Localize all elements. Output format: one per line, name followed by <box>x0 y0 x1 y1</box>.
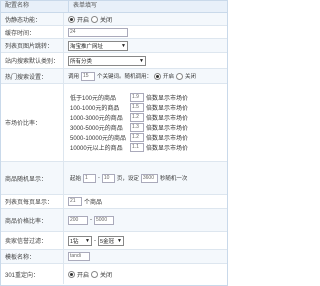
random-p4: 秒随机一次 <box>159 176 188 182</box>
price-ratio-input[interactable]: 1.5 <box>130 103 144 112</box>
radio-label-off: 关闭 <box>100 272 113 279</box>
price-ratio-input[interactable]: 1.2 <box>130 133 144 142</box>
price-ratio-input[interactable]: 1.1 <box>130 143 144 152</box>
hot-search-count-input[interactable]: 15 <box>81 71 96 81</box>
row-list-per-page: 列表页每页显示： 21 个商品 <box>1 195 227 209</box>
random-seconds-input[interactable]: 3600 <box>140 173 158 183</box>
chevron-down-icon: ▼ <box>121 42 126 49</box>
price-ratio-suffix: 倍数显示市场价 <box>146 116 189 122</box>
price-range-label: 低于100元的商品 <box>70 96 117 102</box>
radio-pseudo-static-on[interactable] <box>68 15 75 23</box>
radio-301-on[interactable] <box>68 270 75 278</box>
row-default-category: 站内搜索默认类别： 所有分类 ▼ <box>1 53 227 69</box>
label-list-image: 列表页图片跳转： <box>1 39 64 52</box>
row-list-image: 列表页图片跳转： 淘宝推广网址 ▼ <box>1 39 227 53</box>
radio-label-off: 关闭 <box>100 17 113 24</box>
hot-search-suffix: 个关键词。随机调用： <box>97 74 153 80</box>
radio-301-off[interactable] <box>91 270 99 278</box>
row-price-range: 商品价格比率： 200 - 5000 <box>1 209 227 232</box>
price-line: 5000-10000元的商品 1.2 倍数显示市场价 <box>70 133 188 142</box>
label-hot-search: 热门搜索设置： <box>1 69 64 83</box>
price-ratio-suffix: 倍数显示市场价 <box>146 96 189 102</box>
price-ratio-suffix: 倍数显示市场价 <box>146 126 189 132</box>
label-market-price: 市场价比率： <box>1 84 64 161</box>
radio-label-off: 关闭 <box>185 74 197 80</box>
label-price-range: 商品价格比率： <box>1 209 64 231</box>
radio-label-on: 开启 <box>77 17 90 24</box>
row-seller-filter: 卖家信誉过滤： 1钻 ▼ - 5金冠 ▼ <box>1 232 227 250</box>
seller-filter-sep: - <box>94 237 96 244</box>
row-hot-search: 热门搜索设置： 调用 15 个关键词。随机调用： 开启 关闭 <box>1 69 227 84</box>
list-per-page-input[interactable]: 21 <box>68 197 82 206</box>
list-per-page-suffix: 个商品 <box>84 200 103 206</box>
row-redirect-301: 301重定向： 开启 关闭 <box>1 264 227 284</box>
label-pseudo-static: 伪静态功能： <box>1 13 64 25</box>
price-range-label: 3000-5000元的商品 <box>70 126 123 132</box>
header-config-name: 配置名称 <box>1 1 69 12</box>
price-ratio-suffix: 倍数显示市场价 <box>146 136 189 142</box>
random-p2: - <box>98 175 100 181</box>
seller-from-value: 1钻 <box>70 238 79 245</box>
random-to-input[interactable]: 10 <box>101 173 115 183</box>
seller-from-select[interactable]: 1钻 ▼ <box>68 235 92 246</box>
radio-label-on: 开启 <box>163 74 175 80</box>
price-ratio-suffix: 倍数显示市场价 <box>146 146 189 152</box>
list-image-select[interactable]: 淘宝推广网址 ▼ <box>68 40 128 51</box>
settings-form: 配置名称 表单填写 伪静态功能： 开启 关闭 缓存时间： 24 列表页图片跳转：… <box>0 0 228 286</box>
header-form-fill: 表单填写 <box>73 3 98 9</box>
hot-search-prefix: 调用 <box>68 74 80 80</box>
form-header: 配置名称 表单填写 <box>1 1 227 13</box>
price-line: 3000-5000元的商品 1.3 倍数显示市场价 <box>70 123 188 132</box>
price-max-input[interactable]: 5000 <box>94 215 114 225</box>
price-range-label: 1000-3000元的商品 <box>70 116 123 122</box>
cache-time-input[interactable]: 24 <box>68 27 128 37</box>
row-random-display: 商品随机显示： 起始 1 - 10 页，设定 3600 秒随机一次 <box>1 162 227 195</box>
chevron-down-icon: ▼ <box>139 57 144 64</box>
random-p3: 页，设定 <box>116 176 139 182</box>
row-cache-time: 缓存时间： 24 <box>1 26 227 39</box>
price-range-label: 100-1000元的商品 <box>70 106 120 112</box>
label-default-category: 站内搜索默认类别： <box>1 53 64 68</box>
default-category-value: 所有分类 <box>70 58 93 65</box>
list-image-value: 淘宝推广网址 <box>70 43 104 50</box>
seller-to-select[interactable]: 5金冠 ▼ <box>98 235 124 246</box>
radio-hot-search-off[interactable] <box>176 72 184 80</box>
price-min-input[interactable]: 200 <box>68 215 88 225</box>
price-line: 10000元以上的商品 1.1 倍数显示市场价 <box>70 143 188 152</box>
price-line: 低于100元的商品 1.9 倍数显示市场价 <box>70 93 188 102</box>
row-template-name: 模板名称： tandi <box>1 250 227 264</box>
price-range-sep: - <box>90 217 92 223</box>
price-range-label: 5000-10000元的商品 <box>70 136 127 142</box>
row-pseudo-static: 伪静态功能： 开启 关闭 <box>1 13 227 26</box>
price-ratio-suffix: 倍数显示市场价 <box>146 106 189 112</box>
label-random-display: 商品随机显示： <box>1 162 64 194</box>
label-cache-time: 缓存时间： <box>1 26 64 38</box>
radio-label-on: 开启 <box>77 272 90 279</box>
default-category-select[interactable]: 所有分类 ▼ <box>68 55 146 66</box>
chevron-down-icon: ▼ <box>85 237 90 244</box>
label-seller-filter: 卖家信誉过滤： <box>1 232 64 249</box>
price-ratio-input[interactable]: 1.3 <box>130 123 144 132</box>
label-redirect-301: 301重定向： <box>1 264 64 284</box>
price-range-label: 10000元以上的商品 <box>70 146 123 152</box>
seller-to-value: 5金冠 <box>100 238 115 245</box>
template-name-input[interactable]: tandi <box>68 252 90 261</box>
label-list-per-page: 列表页每页显示： <box>1 195 64 208</box>
chevron-down-icon: ▼ <box>117 237 122 244</box>
row-market-price: 市场价比率： 低于100元的商品 1.9 倍数显示市场价 100-1000元的商… <box>1 84 227 162</box>
price-ratio-input[interactable]: 1.2 <box>130 113 144 122</box>
radio-hot-search-on[interactable] <box>154 72 162 80</box>
random-from-input[interactable]: 1 <box>83 173 97 183</box>
price-line: 100-1000元的商品 1.5 倍数显示市场价 <box>70 103 188 112</box>
price-line: 1000-3000元的商品 1.2 倍数显示市场价 <box>70 113 188 122</box>
label-template-name: 模板名称： <box>1 250 64 263</box>
price-ratio-input[interactable]: 1.9 <box>130 93 144 102</box>
radio-pseudo-static-off[interactable] <box>91 15 99 23</box>
random-p1: 起始 <box>70 176 82 182</box>
